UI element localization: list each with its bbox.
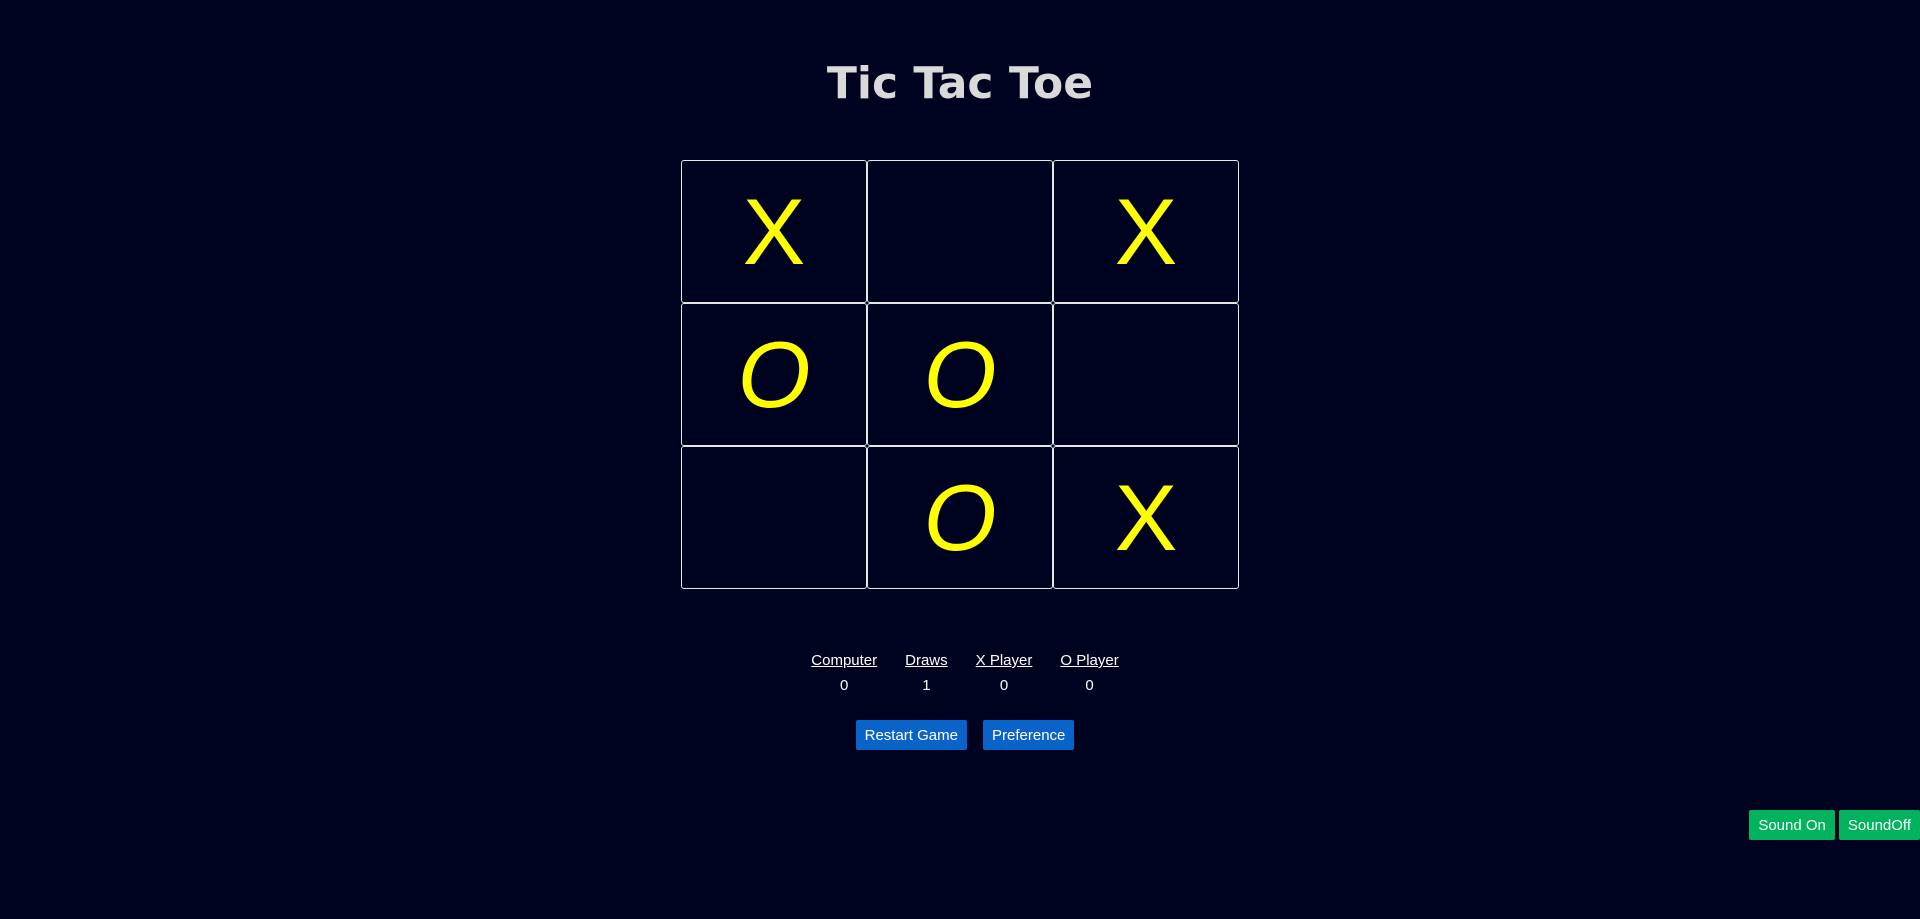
score-label: X Player [975, 652, 1033, 669]
score-label: Draws [905, 652, 948, 669]
preference-button[interactable]: Preference [983, 720, 1075, 750]
cell-mark: O [923, 321, 997, 427]
cell-mark: O [737, 321, 811, 427]
score-x-player: X Player 0 [976, 652, 1033, 694]
board-cell-0[interactable]: X [681, 160, 867, 303]
board-cell-2[interactable]: X [1053, 160, 1239, 303]
sound-on-button[interactable]: Sound On [1749, 810, 1835, 840]
sound-controls: Sound On SoundOff [1749, 810, 1920, 840]
sound-off-button[interactable]: SoundOff [1838, 810, 1920, 840]
page-title: Tic Tac Toe [826, 58, 1094, 109]
board-cell-5[interactable] [1053, 303, 1239, 446]
score-value: 0 [840, 677, 849, 694]
cell-mark: X [1114, 178, 1178, 284]
cell-mark: O [923, 464, 997, 570]
board-cell-6[interactable] [681, 446, 867, 589]
game-board: X X O O O X [681, 160, 1239, 589]
restart-game-button[interactable]: Restart Game [855, 720, 967, 750]
board-cell-8[interactable]: X [1053, 446, 1239, 589]
cell-mark: X [1114, 464, 1178, 570]
score-value: 0 [999, 677, 1009, 694]
board-cell-1[interactable] [867, 160, 1053, 303]
game-page: Tic Tac Toe X X O O O X Computer 0 Draws… [0, 0, 1920, 919]
board-cell-4[interactable]: O [867, 303, 1053, 446]
score-computer: Computer 0 [811, 652, 877, 694]
scoreboard: Computer 0 Draws 1 X Player 0 O Player 0 [5, 652, 1920, 694]
game-controls: Restart Game Preference [5, 720, 1920, 750]
score-value: 0 [1085, 677, 1094, 694]
score-o-player: O Player 0 [1060, 652, 1118, 694]
board-cell-3[interactable]: O [681, 303, 867, 446]
score-label: Computer [811, 652, 878, 669]
score-label: O Player [1060, 652, 1119, 669]
score-draws: Draws 1 [905, 652, 948, 694]
board-cell-7[interactable]: O [867, 446, 1053, 589]
score-value: 1 [922, 677, 931, 694]
cell-mark: X [742, 178, 806, 284]
